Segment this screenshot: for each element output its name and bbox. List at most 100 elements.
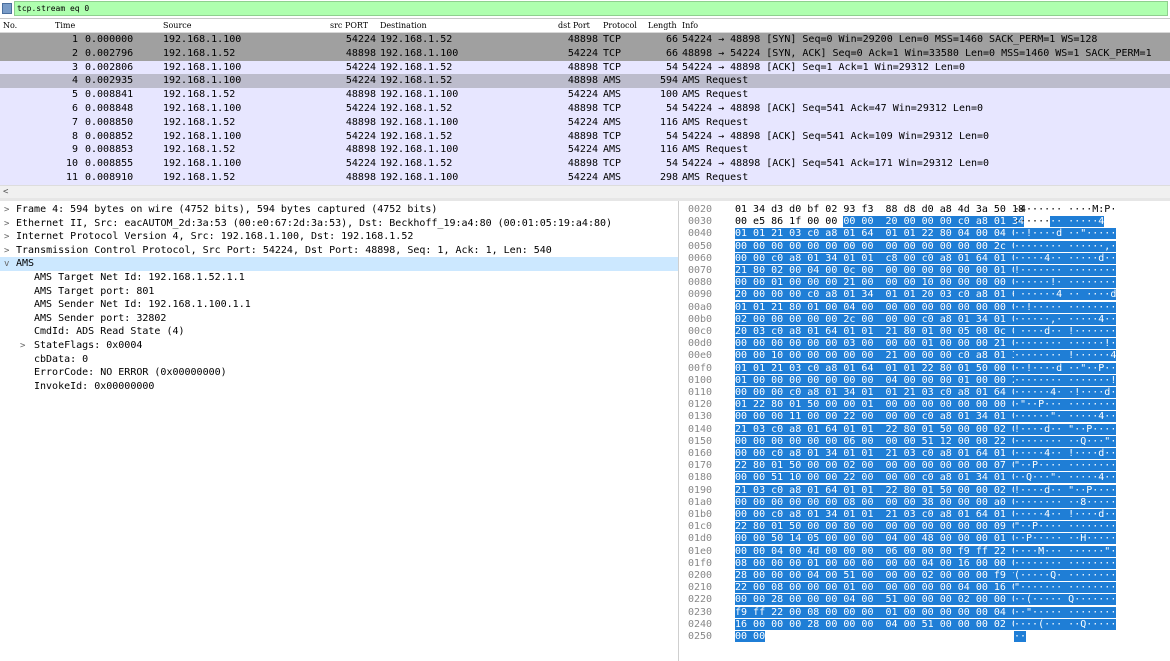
packet-cell-dport: 48898 xyxy=(567,130,598,142)
tree-item[interactable]: AMS Target port: 801 xyxy=(0,285,678,299)
scroll-left-icon[interactable]: < xyxy=(3,186,8,198)
packet-cell-proto: AMS xyxy=(603,75,622,87)
packet-row[interactable]: 3 0.002806 192.168.1.100 54224 192.168.1.52 4… xyxy=(0,60,1170,75)
hex-ascii[interactable]: ·· xyxy=(1014,630,1027,644)
tree-item[interactable]: cbData: 0 xyxy=(0,353,678,367)
tree-item[interactable]: > Ethernet II, Src: eacAUTOM_2d:3a:53 (00… xyxy=(0,217,678,231)
col-src-port[interactable]: src PORT xyxy=(330,19,368,32)
tree-item[interactable]: ErrorCode: NO ERROR (0x00000000) xyxy=(0,366,678,380)
chevron-right-icon[interactable]: > xyxy=(4,217,9,231)
packet-cell-info: 54224 → 48898 [ACK] Seq=541 Ack=171 Win=… xyxy=(682,158,990,170)
tree-item[interactable]: > StateFlags: 0x0004 xyxy=(0,339,678,353)
tree-item-label: Transmission Control Protocol, Src Port:… xyxy=(16,244,552,256)
packet-row[interactable]: 4 0.002935 192.168.1.100 54224 192.168.1.52 4… xyxy=(0,74,1170,89)
packet-cell-time: 0.002806 xyxy=(85,61,134,73)
display-filter-input[interactable]: tcp.stream eq 0 xyxy=(14,1,1168,16)
hex-ascii-plain: ·4······ ····M:P· xyxy=(1014,204,1117,215)
packet-cell-proto: AMS xyxy=(603,172,622,183)
tree-item[interactable]: AMS Sender port: 32802 xyxy=(0,312,678,326)
packet-cell-sport: 48898 xyxy=(345,172,376,183)
packet-cell-len: 298 xyxy=(659,172,678,183)
packet-row[interactable]: 9 0.008853 192.168.1.52 48898 192.168.1.100 5… xyxy=(0,143,1170,158)
hex-ascii-highlight: ··P····· ··H····· xyxy=(1014,533,1117,545)
col-protocol[interactable]: Protocol xyxy=(603,19,637,32)
col-time[interactable]: Time xyxy=(55,19,75,32)
packet-cell-info: AMS Request xyxy=(682,89,749,101)
col-info[interactable]: Info xyxy=(682,19,698,32)
tree-item[interactable]: > Transmission Control Protocol, Src Port… xyxy=(0,244,678,258)
tree-item[interactable]: InvokeId: 0x00000000 xyxy=(0,380,678,394)
packet-row[interactable]: 6 0.008848 192.168.1.100 54224 192.168.1.52 4… xyxy=(0,102,1170,116)
hex-ascii-highlight: ··Q···"· ·····4·· xyxy=(1014,472,1117,484)
packet-row[interactable]: 8 0.008852 192.168.1.100 54224 192.168.1.52 4… xyxy=(0,129,1170,144)
packet-row[interactable]: 11 0.008910 192.168.1.52 48898 192.168.1.100… xyxy=(0,171,1170,185)
hex-bytes-highlight: 21 80 02 00 04 00 0c 00 00 00 00 00 00 0… xyxy=(735,265,1024,276)
tree-item[interactable]: > Internet Protocol Version 4, Src: 192.1… xyxy=(0,230,678,244)
packet-cell-len: 54 xyxy=(665,130,678,142)
col-no[interactable]: No. xyxy=(3,19,17,32)
packet-cell-sport: 54224 xyxy=(345,75,376,87)
tree-item[interactable]: CmdId: ADS Read State (4) xyxy=(0,325,678,339)
col-source[interactable]: Source xyxy=(163,19,192,32)
chevron-right-icon[interactable]: > xyxy=(4,230,9,244)
packet-cell-dport: 54224 xyxy=(567,144,598,156)
packet-cell-proto: TCP xyxy=(603,34,622,45)
col-destination[interactable]: Destination xyxy=(380,19,427,32)
hex-bytes-highlight: 28 00 00 00 04 00 51 00 00 00 02 00 00 0… xyxy=(735,570,1024,581)
packet-cell-sport: 54224 xyxy=(345,61,376,73)
hex-row[interactable]: 0250 00 00 ·· xyxy=(684,630,1170,644)
hex-offset: 0250 xyxy=(688,631,713,642)
packet-cell-no: 9 xyxy=(71,144,78,156)
tree-item[interactable]: AMS Target Net Id: 192.168.1.52.1.1 xyxy=(0,271,678,285)
packet-cell-dst: 192.168.1.100 xyxy=(380,47,459,59)
hex-bytes-highlight: 22 00 08 00 00 00 01 00 00 00 00 00 04 0… xyxy=(735,582,1024,594)
packet-cell-proto: TCP xyxy=(603,103,622,114)
tree-item[interactable]: AMS Sender Net Id: 192.168.1.100.1.1 xyxy=(0,298,678,312)
hex-bytes-highlight: 01 01 21 03 c0 a8 01 64 01 01 22 80 04 0… xyxy=(735,228,1024,240)
packet-cell-dst: 192.168.1.52 xyxy=(380,158,453,170)
hex-bytes-highlight: 00 00 28 00 00 00 04 00 51 00 00 00 02 0… xyxy=(735,594,1024,606)
packet-row[interactable]: 2 0.002796 192.168.1.52 48898 192.168.1.100 5… xyxy=(0,46,1170,61)
hex-ascii-highlight: ·····4·· ·····d·· xyxy=(1014,252,1117,264)
tree-item-label: CmdId: ADS Read State (4) xyxy=(34,326,185,338)
chevron-right-icon[interactable]: > xyxy=(20,339,25,353)
chevron-right-icon[interactable]: > xyxy=(4,203,9,217)
hex-bytes-highlight: 00 00 c0 a8 01 34 01 01 c8 00 c0 a8 01 6… xyxy=(735,252,1024,264)
tree-item[interactable]: > Frame 4: 594 bytes on wire (4752 bits),… xyxy=(0,203,678,217)
packet-cell-time: 0.008852 xyxy=(85,130,134,142)
hex-bytes-highlight: 01 01 21 80 01 00 04 00 00 00 00 00 00 0… xyxy=(735,301,1024,313)
hex-bytes-highlight: 00 00 00 00 00 00 03 00 00 00 01 00 00 0… xyxy=(735,338,1024,350)
hex-bytes-highlight: 21 03 c0 a8 01 64 01 01 22 80 01 50 00 0… xyxy=(735,484,1024,496)
packet-cell-sport: 48898 xyxy=(345,47,376,59)
packet-cell-src: 192.168.1.100 xyxy=(163,103,242,114)
hex-bytes-highlight: 00 00 00 00 00 00 06 00 00 00 51 12 00 0… xyxy=(735,435,1024,447)
hex-bytes-highlight: 08 00 00 00 01 00 00 00 00 00 04 00 16 0… xyxy=(735,557,1024,569)
col-length[interactable]: Length xyxy=(648,19,677,32)
chevron-right-icon[interactable]: > xyxy=(4,244,9,258)
packet-cell-src: 192.168.1.100 xyxy=(163,130,242,142)
packet-list-scrollbar[interactable]: < xyxy=(0,185,1170,199)
packet-cell-src: 192.168.1.52 xyxy=(163,47,236,59)
bookmark-icon[interactable] xyxy=(2,3,12,14)
packet-cell-dst: 192.168.1.100 xyxy=(380,172,459,183)
packet-cell-sport: 48898 xyxy=(345,89,376,101)
col-dst-port[interactable]: dst Port xyxy=(558,19,590,32)
tree-item-selected[interactable]: v AMS xyxy=(0,257,678,272)
hex-bytes-highlight: 00 00 20 00 00 00 c0 a8 01 34 xyxy=(843,216,1024,228)
packet-bytes-pane: 0020 01 34 d3 d0 bf 02 93 f3 88 d8 d0 a8 … xyxy=(684,201,1170,661)
hex-ascii-highlight: ·· ·····4 xyxy=(1050,216,1105,228)
hex-bytes[interactable]: 00 00 xyxy=(735,630,766,644)
hex-ascii-highlight: ········ ········ xyxy=(1014,557,1117,569)
packet-cell-dst: 192.168.1.100 xyxy=(380,89,459,101)
hex-ascii-highlight: ······"· ·····4·· xyxy=(1014,411,1117,423)
hex-bytes-highlight: 22 80 01 50 00 00 80 00 00 00 00 00 00 0… xyxy=(735,521,1024,533)
packet-row[interactable]: 1 0.000000 192.168.1.100 54224 192.168.1.52 4… xyxy=(0,33,1170,47)
chevron-down-icon[interactable]: v xyxy=(4,257,9,271)
hex-bytes-highlight: 20 03 c0 a8 01 64 01 01 21 80 01 00 05 0… xyxy=(735,326,1024,337)
packet-row[interactable]: 5 0.008841 192.168.1.52 48898 192.168.1.100 5… xyxy=(0,88,1170,103)
packet-cell-info: 54224 → 48898 [ACK] Seq=541 Ack=47 Win=2… xyxy=(682,103,984,114)
packet-row[interactable]: 10 0.008855 192.168.1.100 54224 192.168.1.52… xyxy=(0,157,1170,172)
hex-bytes-highlight: 01 01 21 03 c0 a8 01 64 01 01 22 80 01 5… xyxy=(735,362,1024,374)
packet-row[interactable]: 7 0.008850 192.168.1.52 48898 192.168.1.100 5… xyxy=(0,115,1170,130)
packet-cell-sport: 48898 xyxy=(345,116,376,128)
